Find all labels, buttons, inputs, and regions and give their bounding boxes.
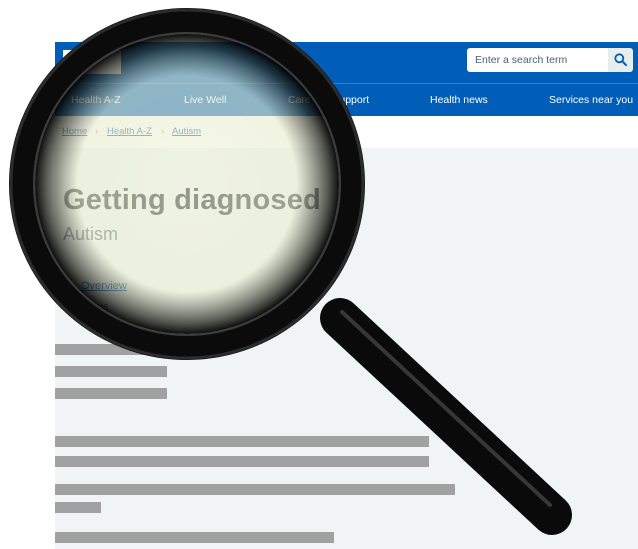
nhs-logo[interactable] [63, 50, 121, 74]
nav-item-live-well[interactable]: Live Well [184, 94, 226, 106]
redacted-text-line [55, 366, 167, 377]
breadcrumb: Home › Health A-Z › Autism [55, 116, 638, 148]
redacted-text-line [55, 344, 155, 355]
redacted-text-line [55, 502, 101, 513]
breadcrumb-separator-icon: › [161, 126, 165, 137]
nav-item-health-news[interactable]: Health news [430, 94, 488, 106]
contents-link-overview[interactable]: Overview [81, 280, 127, 292]
breadcrumb-home[interactable]: Home [62, 126, 87, 137]
page-subtitle: Autism [63, 224, 119, 244]
page-content: Getting diagnosed Autism Overview Signs [55, 148, 638, 549]
search-input[interactable] [467, 48, 605, 72]
breadcrumb-health-a-z[interactable]: Health A-Z [107, 126, 152, 137]
site-header [55, 42, 638, 83]
search-icon [614, 53, 627, 66]
nhs-website: Health A-Z Live Well Care and support He… [55, 42, 638, 549]
breadcrumb-autism[interactable]: Autism [172, 126, 201, 137]
main-navigation: Health A-Z Live Well Care and support He… [55, 83, 638, 116]
breadcrumb-separator-icon: › [95, 126, 99, 137]
redacted-text-line [55, 456, 429, 467]
contents-link-signs[interactable]: Signs [81, 301, 109, 313]
search-field[interactable] [467, 48, 608, 72]
nav-item-services-near-you[interactable]: Services near you [549, 94, 633, 106]
redacted-text-line [55, 388, 167, 399]
search-button[interactable] [608, 48, 633, 72]
nav-item-health-a-z[interactable]: Health A-Z [71, 94, 121, 106]
redacted-text-line [55, 484, 455, 495]
redacted-text-line [55, 532, 334, 543]
page-title: Getting diagnosed [63, 184, 321, 216]
nav-item-care-and-support[interactable]: Care and support [288, 94, 369, 106]
redacted-text-line [55, 436, 429, 447]
